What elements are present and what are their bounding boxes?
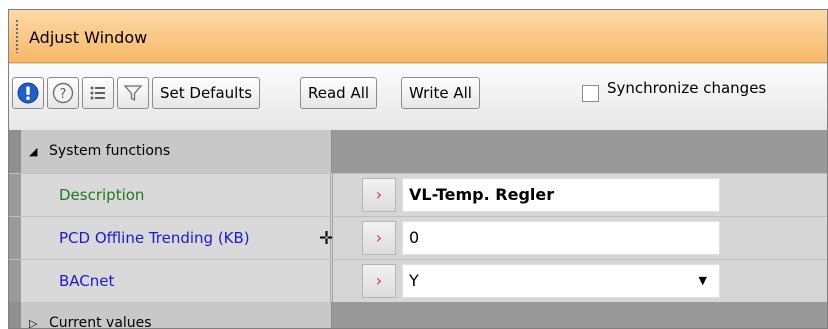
- filter-icon: [123, 85, 143, 102]
- window-title: Adjust Window: [29, 28, 148, 47]
- info-icon: [17, 82, 39, 104]
- dropdown-arrow-icon[interactable]: ▼: [699, 265, 707, 297]
- drag-grip-icon[interactable]: [15, 19, 19, 53]
- title-bar[interactable]: Adjust Window: [9, 10, 827, 63]
- synchronize-checkbox[interactable]: [582, 85, 599, 102]
- category-system-functions[interactable]: ◢ System functions: [9, 130, 827, 173]
- synchronize-label: Synchronize changes: [607, 79, 767, 97]
- chevron-right-icon[interactable]: ›: [362, 178, 396, 212]
- help-button[interactable]: ?: [47, 77, 79, 109]
- expand-arrow-icon[interactable]: ▷: [29, 302, 49, 328]
- property-row-pcd-offline-trending[interactable]: PCD Offline Trending (KB) ✛ › 0: [9, 216, 827, 259]
- property-name: PCD Offline Trending (KB): [21, 217, 331, 259]
- property-row-description[interactable]: Description › VL-Temp. Regler: [9, 173, 827, 216]
- write-all-button[interactable]: Write All: [401, 77, 480, 109]
- read-all-button[interactable]: Read All: [300, 77, 378, 109]
- property-row-bacnet[interactable]: BACnet › Y ▼: [9, 259, 827, 302]
- svg-text:?: ?: [60, 87, 67, 102]
- list-button[interactable]: [82, 77, 114, 109]
- property-grid: ◢ System functions Description › VL-Temp.…: [9, 130, 827, 329]
- category-label: Current values: [49, 315, 152, 329]
- help-icon: ?: [52, 82, 74, 104]
- property-name: BACnet: [21, 260, 331, 302]
- property-name: Description: [21, 174, 331, 216]
- chevron-right-icon[interactable]: ›: [362, 221, 396, 255]
- set-defaults-button[interactable]: Set Defaults: [152, 77, 261, 109]
- description-value[interactable]: VL-Temp. Regler: [402, 178, 720, 212]
- pcd-offline-trending-value[interactable]: 0: [402, 221, 720, 255]
- adjust-window: Adjust Window ? Set Defaults Read All Wr…: [8, 9, 828, 329]
- filter-button[interactable]: [117, 77, 149, 109]
- info-button[interactable]: [12, 77, 44, 109]
- bacnet-value: Y: [409, 271, 419, 290]
- chevron-right-icon[interactable]: ›: [362, 264, 396, 298]
- collapse-arrow-icon[interactable]: ◢: [29, 130, 49, 173]
- category-current-values[interactable]: ▷ Current values: [9, 302, 827, 329]
- bacnet-select[interactable]: Y ▼: [402, 264, 720, 298]
- list-icon: [90, 86, 105, 100]
- category-label: System functions: [49, 143, 171, 159]
- toolbar: ? Set Defaults Read All Write All Synchr…: [9, 64, 827, 139]
